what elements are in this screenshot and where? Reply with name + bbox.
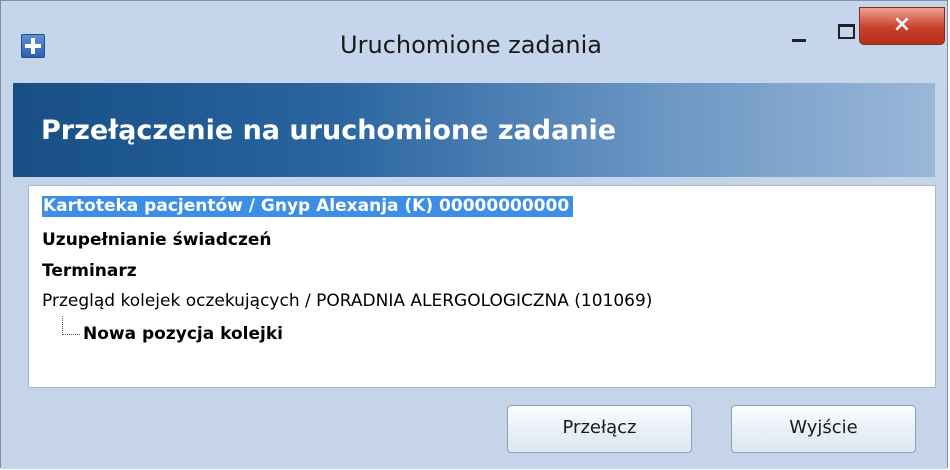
task-item-scheduler[interactable]: Terminarz <box>42 261 137 281</box>
dialog-window: Uruchomione zadania × Przełączenie na ur… <box>0 0 948 469</box>
task-item-queue-review[interactable]: Przegląd kolejek oczekujących / PORADNIA… <box>42 291 652 311</box>
header-title: Przełączenie na uruchomione zadanie <box>41 115 617 146</box>
task-item-patient-card[interactable]: Kartoteka pacjentów / Gnyp Alexanja (K) … <box>40 195 575 218</box>
switch-button[interactable]: Przełącz <box>507 405 692 453</box>
window-title: Uruchomione zadania <box>340 31 602 59</box>
header-banner: Przełączenie na uruchomione zadanie <box>13 83 935 177</box>
task-item-services[interactable]: Uzupełnianie świadczeń <box>42 230 271 250</box>
button-bar: Przełącz Wyjście <box>1 391 947 469</box>
title-bar[interactable]: Uruchomione zadania × <box>1 1 947 83</box>
task-item-new-queue-entry[interactable]: Nowa pozycja kolejki <box>83 324 283 344</box>
close-icon[interactable]: × <box>859 7 945 45</box>
exit-button[interactable]: Wyjście <box>731 405 916 453</box>
minimize-icon[interactable] <box>777 15 821 47</box>
tree-connector <box>62 316 80 335</box>
app-icon <box>21 34 45 58</box>
task-list[interactable]: Kartoteka pacjentów / Gnyp Alexanja (K) … <box>28 185 936 388</box>
